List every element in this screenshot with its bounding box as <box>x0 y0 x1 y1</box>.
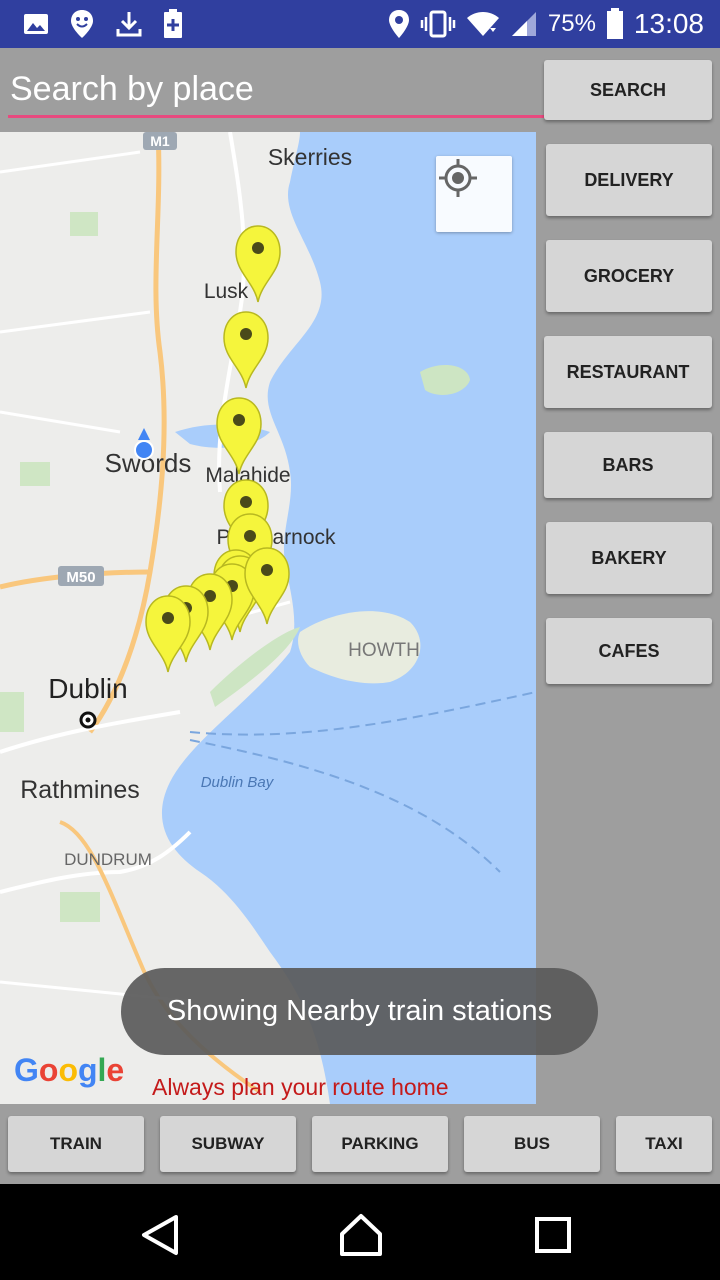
transport-bus-button[interactable]: BUS <box>464 1116 600 1172</box>
wifi-icon <box>466 10 500 38</box>
battery-plus-icon <box>162 8 184 40</box>
location-icon <box>388 9 410 39</box>
place-dublin: Dublin <box>48 673 127 704</box>
clock: 13:08 <box>633 8 704 39</box>
category-cafes-button[interactable]: CAFES <box>546 618 712 684</box>
recents-icon[interactable] <box>534 1216 572 1259</box>
train-station-marker-icon[interactable] <box>223 311 269 389</box>
search-container <box>8 58 544 120</box>
app-root: 75% 13:08 SEARCH DELIVERY GROCERY RESTAU… <box>0 0 720 1280</box>
marker-center-dot <box>240 496 252 508</box>
google-logo: Google <box>14 1052 125 1088</box>
map-canvas: M1 M50 Skerries Lusk Swords Malahide Por… <box>0 132 536 1104</box>
home-icon[interactable] <box>338 1212 384 1263</box>
back-icon[interactable] <box>140 1214 180 1261</box>
toast-message: Showing Nearby train stations <box>121 968 598 1055</box>
place-dublin-bay: Dublin Bay <box>201 774 275 791</box>
road-label-m1: M1 <box>150 133 170 149</box>
battery-icon <box>606 8 624 40</box>
user-heading-icon <box>138 428 150 440</box>
category-bakery-button[interactable]: BAKERY <box>546 522 712 594</box>
search-button[interactable]: SEARCH <box>544 60 712 120</box>
transport-parking-button[interactable]: PARKING <box>312 1116 448 1172</box>
transport-taxi-button[interactable]: TAXI <box>616 1116 712 1172</box>
train-station-marker-icon[interactable] <box>145 595 191 673</box>
image-icon <box>22 10 50 38</box>
vibrate-icon <box>420 9 456 39</box>
place-lusk: Lusk <box>204 280 249 303</box>
marker-center-dot <box>252 242 264 254</box>
train-station-marker-icon[interactable] <box>216 397 262 475</box>
status-left-icons <box>22 8 184 40</box>
marker-center-dot <box>240 328 252 340</box>
user-location-icon <box>134 440 154 460</box>
place-rathmines: Rathmines <box>20 776 140 804</box>
status-right-icons: 75% 13:08 <box>388 0 704 48</box>
status-bar: 75% 13:08 <box>0 0 720 48</box>
map-view[interactable]: M1 M50 Skerries Lusk Swords Malahide Por… <box>0 132 536 1104</box>
download-icon <box>114 9 144 39</box>
battery-percent: 75% <box>547 10 596 37</box>
marker-center-dot <box>162 612 174 624</box>
route-note: Always plan your route home <box>152 1074 449 1100</box>
place-skerries: Skerries <box>268 144 352 170</box>
signal-icon <box>510 10 538 38</box>
city-center-dot <box>85 717 91 723</box>
park-area <box>0 692 24 732</box>
category-grocery-button[interactable]: GROCERY <box>546 240 712 312</box>
category-bars-button[interactable]: BARS <box>544 432 712 498</box>
park-area <box>20 462 50 486</box>
place-howth: HOWTH <box>348 640 420 661</box>
category-delivery-button[interactable]: DELIVERY <box>546 144 712 216</box>
marker-center-dot <box>244 530 256 542</box>
road-label-m50: M50 <box>66 569 95 586</box>
park-area <box>70 212 98 236</box>
marker-center-dot <box>261 564 273 576</box>
category-restaurant-button[interactable]: RESTAURANT <box>544 336 712 408</box>
place-dundrum: DUNDRUM <box>64 850 152 869</box>
park-area <box>60 892 100 922</box>
transport-train-button[interactable]: TRAIN <box>8 1116 144 1172</box>
smiley-icon <box>68 8 96 40</box>
navigation-bar <box>0 1184 720 1280</box>
marker-center-dot <box>233 414 245 426</box>
search-input[interactable] <box>8 64 544 118</box>
my-location-button[interactable] <box>436 156 512 232</box>
transport-subway-button[interactable]: SUBWAY <box>160 1116 296 1172</box>
